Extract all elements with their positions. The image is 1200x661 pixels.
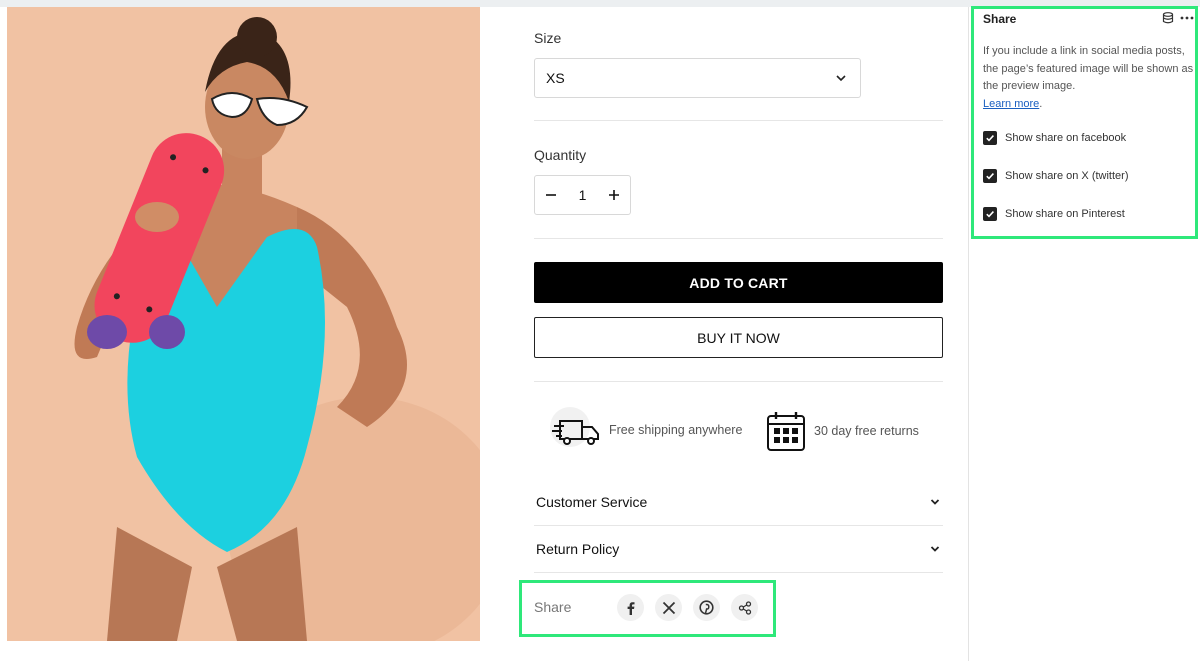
checkbox-checked-icon[interactable]	[983, 131, 997, 145]
buy-it-now-button[interactable]: BUY IT NOW	[534, 317, 943, 358]
checkbox-checked-icon[interactable]	[983, 169, 997, 183]
accordion-label: Customer Service	[536, 494, 648, 510]
option-label: Show share on Pinterest	[1005, 208, 1125, 220]
share-label: Share	[534, 599, 572, 615]
learn-more-link[interactable]: Learn more	[983, 98, 1039, 110]
pinterest-icon[interactable]	[693, 594, 720, 621]
option-label: Show share on facebook	[1005, 132, 1127, 144]
size-select[interactable]: XS	[534, 58, 861, 98]
size-label: Size	[534, 30, 562, 46]
minus-icon	[546, 194, 556, 196]
product-image	[7, 7, 480, 641]
size-select-value: XS	[546, 70, 565, 86]
calendar-icon	[766, 410, 806, 452]
settings-title: Share	[983, 12, 1017, 26]
accordion-customer-service[interactable]: Customer Service	[534, 479, 943, 525]
divider	[534, 120, 943, 121]
option-share-facebook[interactable]: Show share on facebook	[983, 131, 1126, 145]
settings-header-icons	[1162, 11, 1194, 24]
option-share-twitter[interactable]: Show share on X (twitter)	[983, 169, 1129, 183]
checkbox-checked-icon[interactable]	[983, 207, 997, 221]
plus-icon	[608, 190, 619, 200]
delivery-truck-icon	[550, 407, 600, 453]
settings-description: If you include a link in social media po…	[983, 45, 1194, 110]
increase-quantity-button[interactable]	[607, 188, 621, 202]
feature-label: Free shipping anywhere	[609, 423, 743, 437]
decrease-quantity-button[interactable]	[544, 188, 558, 202]
accordion-return-policy[interactable]: Return Policy	[534, 526, 943, 572]
option-label: Show share on X (twitter)	[1005, 170, 1129, 182]
chevron-down-icon	[836, 75, 846, 82]
settings-description-text: If you include a link in social media po…	[983, 45, 1194, 92]
quantity-stepper[interactable]: 1	[534, 175, 631, 215]
panel-divider	[968, 7, 969, 661]
facebook-icon[interactable]	[617, 594, 644, 621]
option-share-pinterest[interactable]: Show share on Pinterest	[983, 207, 1125, 221]
divider	[534, 238, 943, 239]
settings-highlight-box	[971, 6, 1198, 239]
accordion-label: Return Policy	[536, 541, 620, 557]
feature-label: 30 day free returns	[814, 424, 919, 438]
add-to-cart-button[interactable]: ADD TO CART	[534, 262, 943, 303]
quantity-value[interactable]: 1	[579, 187, 587, 203]
divider	[534, 572, 943, 573]
share-link-icon[interactable]	[731, 594, 758, 621]
chevron-down-icon	[930, 499, 940, 505]
database-icon[interactable]	[1162, 11, 1174, 24]
feature-free-returns: 30 day free returns	[766, 410, 919, 452]
divider	[534, 381, 943, 382]
feature-free-shipping: Free shipping anywhere	[550, 407, 742, 453]
more-options-icon[interactable]	[1180, 11, 1194, 23]
chevron-down-icon	[930, 546, 940, 552]
product-photo-illustration	[7, 7, 480, 641]
quantity-label: Quantity	[534, 147, 587, 163]
x-twitter-icon[interactable]	[655, 594, 682, 621]
